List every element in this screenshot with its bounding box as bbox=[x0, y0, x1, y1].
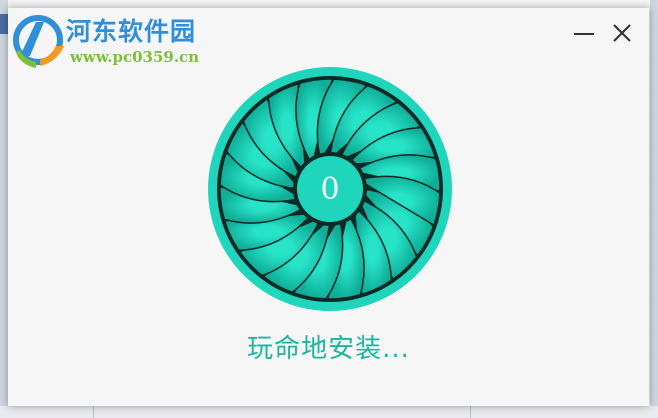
watermark-brand: 河东软件园 bbox=[66, 17, 197, 46]
install-status-text: 玩命地安装... bbox=[247, 334, 410, 364]
background-divider bbox=[93, 406, 94, 418]
watermark-url: www.pc0359.cn bbox=[70, 48, 200, 66]
progress-counter: 0 bbox=[320, 172, 340, 207]
installer-dialog: 河东软件园 www.pc0359.cn 0 玩命地安装... bbox=[8, 8, 649, 406]
minimize-icon bbox=[574, 33, 594, 35]
site-watermark: 河东软件园 www.pc0359.cn bbox=[8, 8, 238, 78]
minimize-button[interactable] bbox=[573, 22, 595, 44]
background-bottom-bar bbox=[0, 406, 658, 418]
background-divider bbox=[470, 406, 471, 418]
close-icon bbox=[613, 24, 631, 42]
watermark-logo-icon bbox=[13, 15, 64, 68]
close-button[interactable] bbox=[611, 22, 633, 44]
background-strip-left bbox=[0, 0, 8, 418]
background-strip-right bbox=[650, 0, 658, 418]
